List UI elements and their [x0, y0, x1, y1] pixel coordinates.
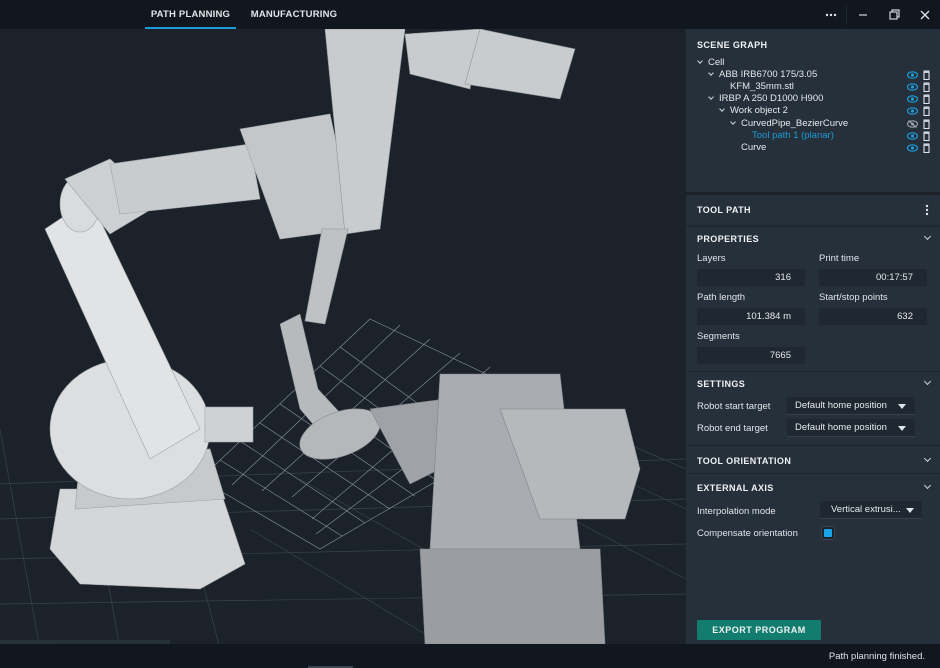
status-message: Path planning finished.: [828, 651, 925, 662]
status-bar: Path planning finished.: [0, 644, 940, 668]
tool-path-menu-button[interactable]: [922, 203, 932, 217]
3d-viewport[interactable]: Animated: [0, 29, 686, 644]
scene-graph-item[interactable]: Tool path 1 (planar): [686, 130, 940, 142]
kebab-menu-icon: [925, 204, 929, 216]
scene-graph-item[interactable]: ABB IRB6700 175/3.05: [686, 69, 940, 81]
scene-graph-item[interactable]: IRBP A 250 D1000 H900: [686, 93, 940, 105]
close-icon: [920, 10, 930, 19]
trash-icon[interactable]: [923, 82, 930, 93]
trash-icon[interactable]: [923, 70, 930, 81]
scene-graph-item[interactable]: Cell: [686, 57, 940, 69]
scene-graph-item-label: Curve: [741, 141, 767, 153]
trash-icon[interactable]: [923, 143, 930, 153]
interpolation-mode-label: Interpolation mode: [697, 506, 776, 517]
scene-graph-item-label: IRBP A 250 D1000 H900: [719, 93, 824, 105]
minimize-icon: [859, 13, 867, 16]
eye-icon[interactable]: [907, 107, 918, 116]
tool-orientation-title[interactable]: TOOL ORIENTATION: [697, 456, 791, 466]
print-time-label: Print time: [819, 253, 860, 264]
close-button[interactable]: [910, 0, 940, 29]
restore-icon: [888, 9, 900, 20]
scene-graph-item-label: CurvedPipe_BezierCurve: [741, 117, 849, 129]
eye-icon[interactable]: [907, 71, 918, 79]
scene-graph-item[interactable]: CurvedPipe_BezierCurve: [686, 118, 940, 130]
segments-label: Segments: [697, 331, 740, 342]
segments-value: 7665: [697, 347, 805, 364]
scene-graph-item-label: KFM_35mm.stl: [730, 81, 794, 93]
scene-graph-item-label: Cell: [708, 57, 725, 68]
minimize-button[interactable]: [848, 0, 878, 29]
layers-value: 316: [697, 269, 805, 286]
title-bar: PATH PLANNING MANUFACTURING: [0, 0, 940, 29]
chevron-down-icon[interactable]: [709, 96, 714, 101]
trash-icon[interactable]: [923, 119, 930, 129]
path-length-value: 101.384 m: [697, 308, 805, 325]
scene-graph-item[interactable]: Work object 2: [686, 105, 940, 117]
scene-graph-item-label: ABB IRB6700 175/3.05: [719, 69, 818, 81]
robot-end-select[interactable]: Default home position: [787, 419, 915, 437]
scene-graph-item-label: Work object 2: [730, 105, 788, 117]
start-stop-label: Start/stop points: [819, 292, 888, 303]
settings-title: SETTINGS: [697, 379, 746, 389]
caret-down-icon: [898, 404, 906, 409]
divider: [686, 473, 940, 474]
chevron-down-icon[interactable]: [731, 121, 736, 126]
more-icon: [825, 13, 837, 16]
eye-off-icon[interactable]: [907, 119, 918, 128]
divider: [686, 445, 940, 446]
path-length-label: Path length: [697, 292, 746, 303]
tab-manufacturing[interactable]: MANUFACTURING: [250, 0, 338, 29]
external-axis-collapse-icon[interactable]: [924, 483, 932, 491]
compensate-orientation-checkbox[interactable]: [821, 526, 835, 540]
tab-path-planning[interactable]: PATH PLANNING: [145, 0, 236, 29]
export-program-button[interactable]: EXPORT PROGRAM: [697, 620, 821, 640]
compensate-orientation-label: Compensate orientation: [697, 528, 798, 539]
tool-path-title: TOOL PATH: [697, 205, 751, 215]
chevron-down-icon[interactable]: [720, 108, 725, 113]
trash-icon[interactable]: [923, 131, 930, 141]
chevron-down-icon[interactable]: [698, 60, 703, 65]
eye-icon[interactable]: [907, 83, 918, 91]
window-controls-divider: [846, 5, 847, 25]
settings-collapse-icon[interactable]: [924, 379, 932, 387]
eye-icon[interactable]: [907, 95, 918, 104]
robot-end-label: Robot end target: [697, 423, 768, 434]
robot-start-label: Robot start target: [697, 401, 771, 412]
scene-render: [0, 29, 686, 644]
chevron-down-icon[interactable]: [709, 72, 714, 77]
external-axis-title: EXTERNAL AXIS: [697, 483, 774, 493]
divider: [686, 225, 940, 227]
more-button[interactable]: [816, 0, 846, 29]
restore-button[interactable]: [879, 0, 909, 29]
section-divider: [686, 192, 940, 195]
caret-down-icon: [906, 508, 914, 513]
robot-start-value: Default home position: [795, 400, 887, 411]
properties-title: PROPERTIES: [697, 234, 760, 244]
start-stop-value: 632: [819, 308, 927, 325]
right-panel: SCENE GRAPH Cell ABB IRB6700 175/3.05 KFM_…: [686, 29, 940, 644]
interpolation-mode-select[interactable]: Vertical extrusi...: [820, 501, 922, 519]
scene-graph-item[interactable]: KFM_35mm.stl: [686, 81, 940, 93]
extruder-tool: [304, 29, 576, 325]
trash-icon[interactable]: [923, 94, 930, 105]
print-time-value: 00:17:57: [819, 269, 927, 286]
caret-down-icon: [898, 426, 906, 431]
trash-icon[interactable]: [923, 106, 930, 117]
scene-graph-title: SCENE GRAPH: [697, 40, 768, 50]
layers-label: Layers: [697, 253, 726, 264]
scene-graph-item-label: Tool path 1 (planar): [752, 129, 834, 141]
scene-graph-item[interactable]: Curve: [686, 142, 940, 154]
eye-icon[interactable]: [907, 131, 918, 140]
tool-orientation-expand-icon[interactable]: [924, 456, 932, 464]
robot-start-select[interactable]: Default home position: [787, 397, 915, 415]
properties-collapse-icon[interactable]: [924, 234, 932, 242]
eye-icon[interactable]: [907, 143, 918, 152]
divider: [686, 371, 940, 372]
robot-end-value: Default home position: [795, 422, 887, 433]
interpolation-mode-value: Vertical extrusi...: [831, 504, 901, 515]
positioner-irbp-a250: [369, 373, 641, 644]
